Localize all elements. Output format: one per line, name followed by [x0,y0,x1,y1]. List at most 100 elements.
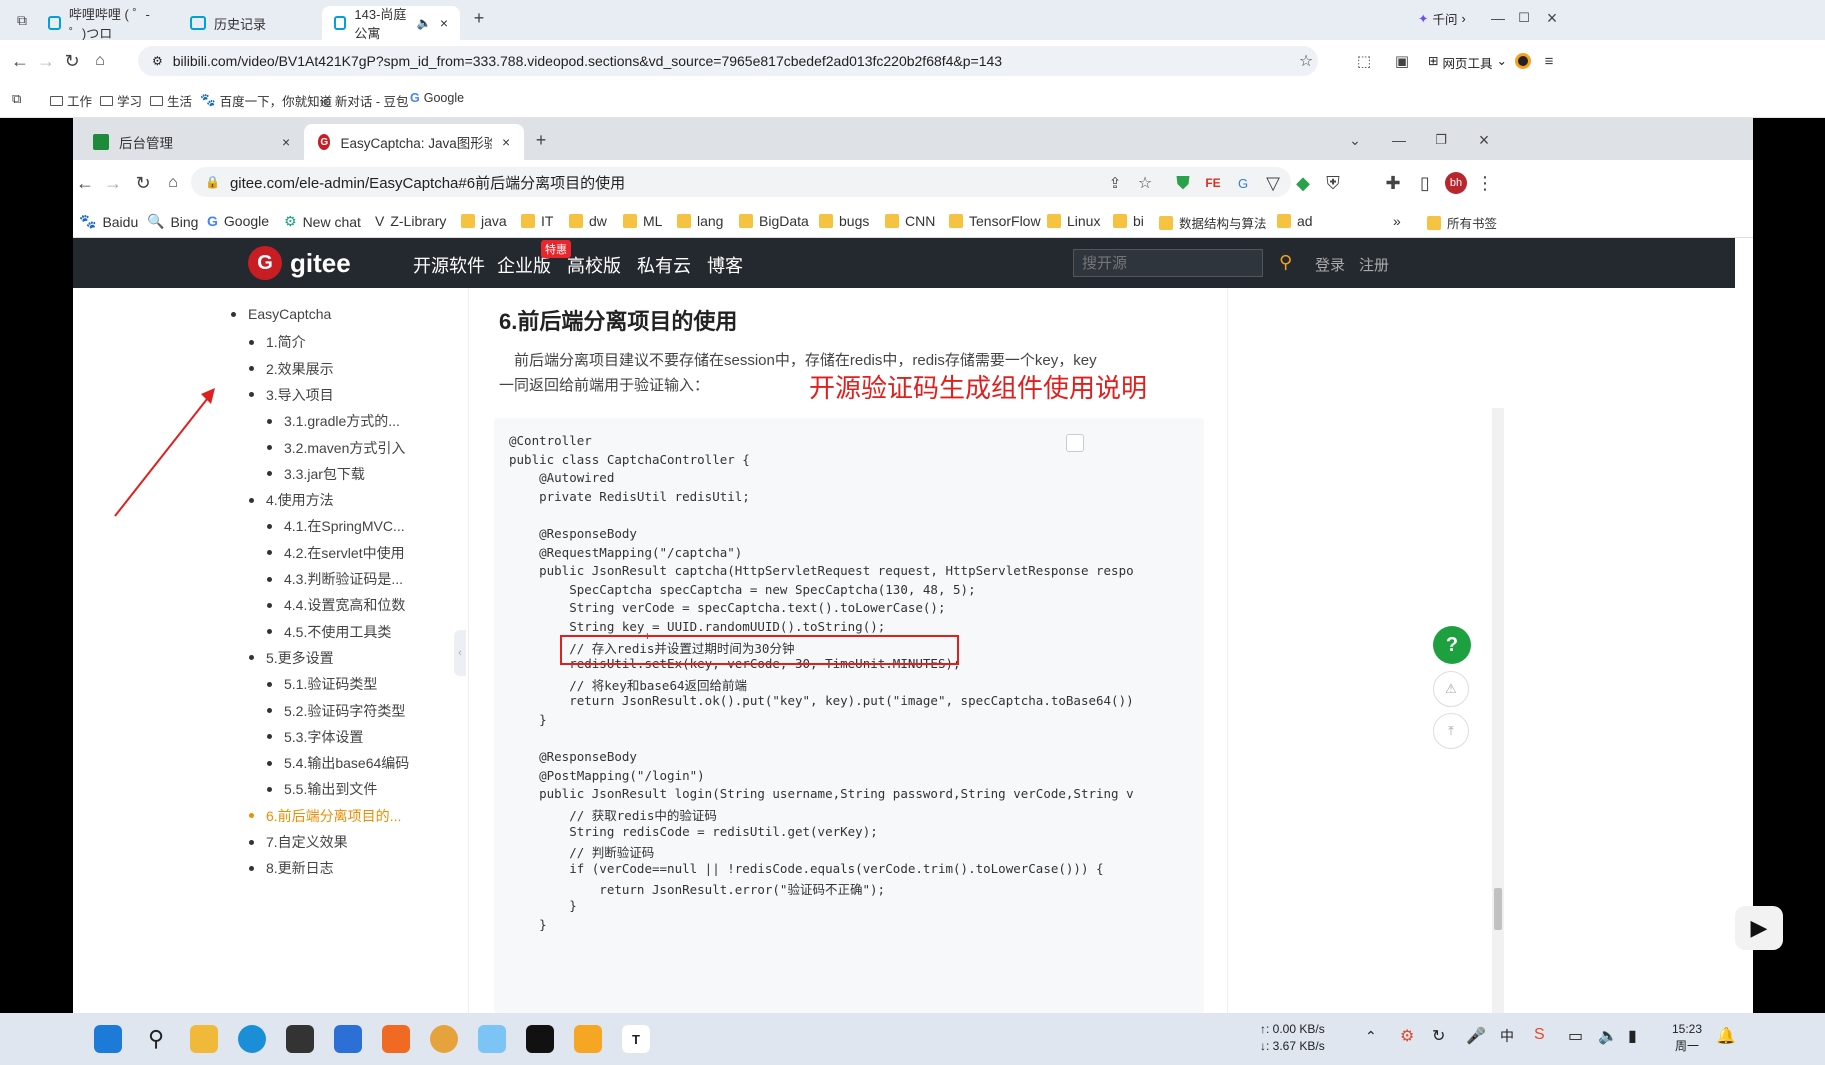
inner-bookmark-2[interactable]: G Google [207,213,269,229]
tab-overview-icon[interactable]: ⧉ [10,8,34,32]
outer-tab-history[interactable]: 历史记录 [178,6,318,40]
inner-bookmark-5[interactable]: java [461,213,507,229]
close-window-icon[interactable]: × [1540,6,1564,30]
forward-icon[interactable]: → [34,49,58,73]
search-icon[interactable]: ⚲ [142,1025,170,1053]
outer-tab-video[interactable]: 143-尚庭公寓 🔈 × [322,6,460,41]
nav-private-cloud[interactable]: 私有云 [637,252,691,278]
inner-bookmark-10[interactable]: BigData [739,213,809,229]
inner-bookmark-14[interactable]: Linux [1047,213,1100,229]
inner-bookmark-0[interactable]: 🐾 Baidu [79,213,138,230]
clock[interactable]: 15:23 周一 [1672,1021,1702,1055]
file-explorer-icon[interactable] [190,1025,218,1053]
new-tab-button[interactable]: + [529,128,553,152]
inner-tab-admin[interactable]: 后台管理 × [79,124,304,160]
inner-bookmark-15[interactable]: bi [1113,213,1144,229]
menu-icon[interactable]: ≡ [1537,49,1561,73]
bookmark-star-icon[interactable]: ☆ [1133,171,1157,195]
store-icon[interactable] [334,1025,362,1053]
intellij-icon[interactable] [526,1025,554,1053]
display-icon[interactable]: ▭ [1568,1026,1583,1046]
collapse-toc-handle[interactable]: ‹ [454,630,466,676]
extensions-icon[interactable]: ⬚ [1352,49,1376,73]
outer-bookmark-5[interactable]: G Google [410,91,464,105]
back-to-top-button[interactable]: ⤒ [1433,713,1469,749]
inner-bookmark-6[interactable]: IT [521,213,553,229]
terminal-icon[interactable] [286,1025,314,1053]
close-tab-icon[interactable]: × [502,135,510,150]
register-link[interactable]: 注册 [1359,254,1389,275]
sidebar-icon[interactable]: ▯ [1413,171,1437,195]
back-icon[interactable]: ← [73,171,97,195]
chrome-icon[interactable] [430,1025,458,1053]
play-icon[interactable]: ▶ [1735,906,1783,950]
back-icon[interactable]: ← [8,49,32,73]
scrollbar-thumb[interactable] [1494,888,1502,930]
close-tab-icon[interactable]: × [440,15,448,31]
home-icon[interactable]: ⌂ [88,49,112,73]
reload-icon[interactable]: ↻ [60,49,84,73]
start-icon[interactable] [94,1025,122,1053]
location-icon[interactable]: ⚲ [1279,252,1292,273]
minimize-icon[interactable]: — [1486,6,1510,30]
ime-icon[interactable]: 中 [1500,1026,1514,1046]
bookmark-manager-icon[interactable]: ⧉ [12,91,21,107]
outer-bookmark-3[interactable]: 🐾 百度一下，你就知道 [200,91,332,110]
help-button[interactable]: ? [1433,626,1471,664]
inner-bookmark-7[interactable]: dw [569,213,607,229]
forward-icon[interactable]: → [101,171,125,195]
fe-extension-icon[interactable]: FE [1201,171,1225,195]
outer-bookmark-1[interactable]: 学习 [100,91,142,110]
battery-icon[interactable]: ▮ [1628,1026,1637,1046]
home-icon[interactable]: ⌂ [161,171,185,195]
share-icon[interactable]: ⇪ [1103,171,1127,195]
inner-bookmark-4[interactable]: V Z-Library [375,213,446,229]
sync-icon[interactable]: ↻ [1432,1026,1445,1046]
outer-bookmark-4[interactable]: ◎ 新对话 - 豆包 [320,91,409,110]
tab-search-icon[interactable]: ⌄ [1343,128,1367,152]
chevron-up-icon[interactable]: ⌃ [1365,1028,1377,1045]
extension-icon[interactable]: ◆ [1291,171,1315,195]
outer-bookmark-0[interactable]: 工作 [50,91,92,110]
notification-icon[interactable]: 🔔 [1716,1026,1736,1046]
vue-icon[interactable]: ▽ [1261,171,1285,195]
outer-bookmark-2[interactable]: 生活 [150,91,192,110]
typora-icon[interactable]: T [622,1025,650,1053]
translate-icon[interactable]: G [1231,171,1255,195]
qianwen-button[interactable]: ✦ 千问 › [1418,9,1466,28]
toc-item[interactable]: 8.更新日志 [249,858,334,878]
all-bookmarks-button[interactable]: 所有书签 [1427,213,1497,232]
inner-tab-easycaptcha[interactable]: G EasyCaptcha: Java图形验证码... × [304,124,524,160]
maximize-icon[interactable]: ☐ [1512,6,1536,30]
report-button[interactable]: ⚠ [1433,671,1469,707]
copy-icon[interactable] [1066,434,1084,452]
reload-icon[interactable]: ↻ [131,171,155,195]
avatar[interactable]: bh [1445,172,1467,194]
tray-app-icon[interactable]: ⚙ [1400,1026,1414,1046]
bookmark-star-icon[interactable]: ☆ [1294,49,1318,73]
close-window-icon[interactable]: × [1472,128,1496,152]
app-icon[interactable] [478,1025,506,1053]
scrollbar[interactable] [1492,408,1504,1013]
inner-bookmark-11[interactable]: bugs [819,213,869,229]
more-bookmarks-button[interactable]: » [1393,213,1401,229]
app-icon[interactable] [382,1025,410,1053]
sublime-icon[interactable] [574,1025,602,1053]
inner-bookmark-13[interactable]: TensorFlow [949,213,1041,229]
avatar[interactable] [1515,53,1531,69]
screenshot-icon[interactable]: ▣ [1390,49,1414,73]
new-tab-button[interactable]: + [467,6,491,30]
outer-url-bar[interactable]: ⚙ bilibili.com/video/BV1At421K7gP?spm_id… [138,46,1318,76]
web-tools-button[interactable]: ⊞ 网页工具 ⌄ [1428,53,1507,72]
volume-icon[interactable]: 🔈 [1598,1026,1618,1046]
edge-icon[interactable] [238,1025,266,1053]
minimize-icon[interactable]: — [1387,128,1411,152]
restore-icon[interactable]: ❐ [1429,128,1453,152]
inner-bookmark-1[interactable]: 🔍 Bing [147,213,198,230]
search-input[interactable] [1073,249,1263,277]
inner-bookmark-12[interactable]: CNN [885,213,935,229]
shield-icon[interactable]: ⛊ [1171,171,1195,195]
extension-icon[interactable]: ⛨ [1321,171,1345,195]
inner-bookmark-8[interactable]: ML [623,213,662,229]
login-link[interactable]: 登录 [1315,254,1345,275]
